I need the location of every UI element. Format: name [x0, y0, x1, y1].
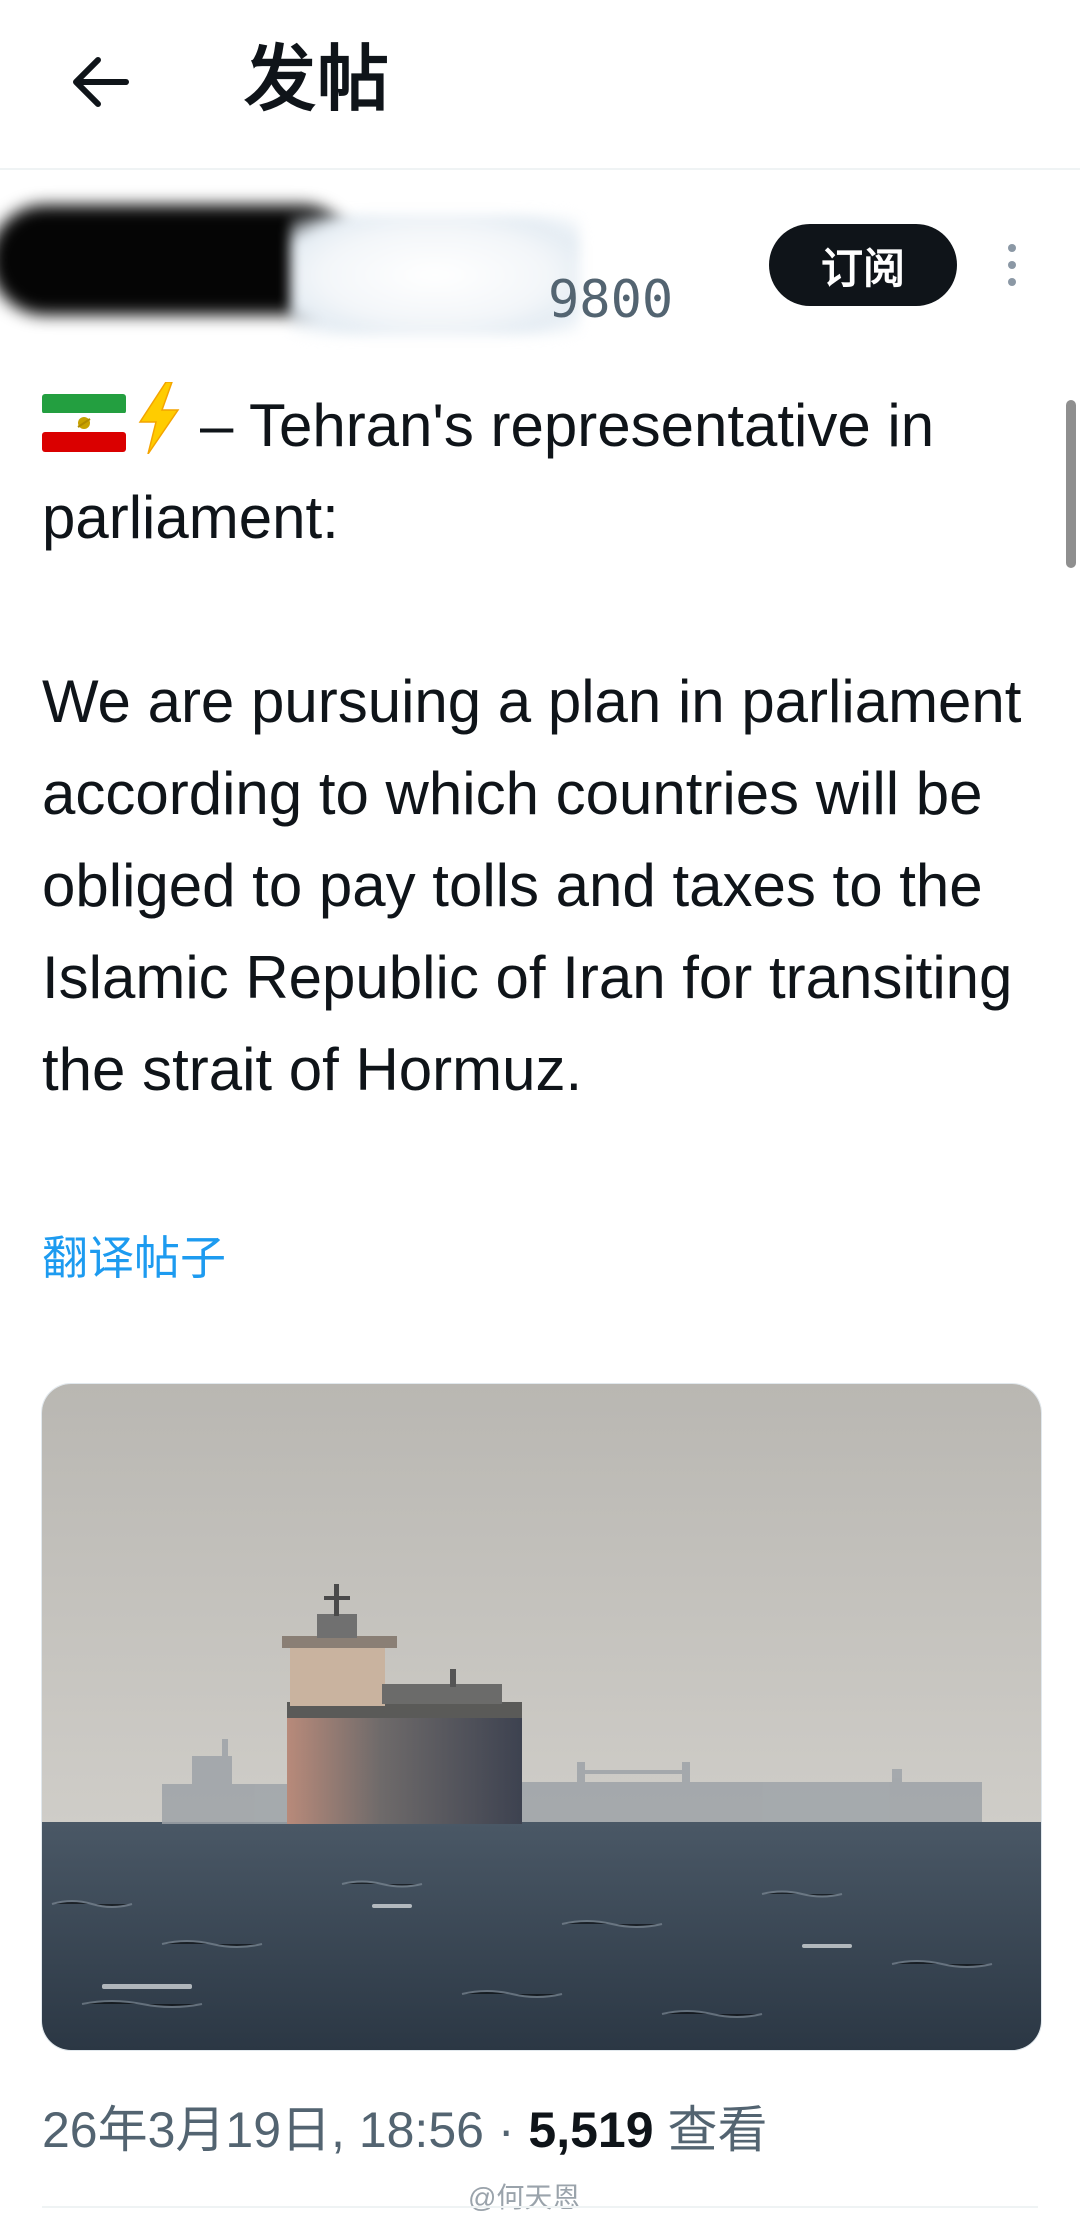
- post-line-1: – Tehran's representative in parliament:: [42, 380, 1052, 564]
- iran-flag-icon: [42, 394, 126, 452]
- divider: [42, 2206, 1038, 2208]
- author-handle: 9800: [548, 270, 674, 330]
- views-count: 5,519: [528, 2102, 654, 2158]
- page-title: 发帖: [244, 40, 391, 120]
- more-vertical-icon: [1008, 244, 1016, 252]
- views-label: 查看: [667, 2102, 768, 2158]
- post-meta: 26年3月19日, 18:56 · 5,519 查看: [42, 2098, 767, 2162]
- weibo-watermark: @何天恩: [468, 2182, 581, 2213]
- author-row[interactable]: 9800: [0, 195, 720, 355]
- redacted-handle-blur: [290, 215, 580, 335]
- lightning-bolt-icon: [138, 382, 180, 454]
- post-text: – Tehran's representative in parliament:…: [42, 380, 1052, 1116]
- top-app-bar: 发帖: [0, 0, 1080, 170]
- more-options-button[interactable]: [992, 230, 1032, 300]
- arrow-left-icon: [73, 57, 129, 107]
- meta-separator: ·: [497, 2102, 515, 2158]
- scrollbar-thumb[interactable]: [1066, 400, 1076, 568]
- subscribe-button[interactable]: 订阅: [769, 224, 957, 306]
- post-timestamp: 26年3月19日, 18:56: [42, 2102, 484, 2158]
- tanker-photo: [42, 1384, 1041, 2050]
- back-button[interactable]: [52, 40, 148, 124]
- post-image[interactable]: [41, 1383, 1042, 2051]
- post-paragraph: We are pursuing a plan in parliament acc…: [42, 668, 1022, 1103]
- translate-post-link[interactable]: 翻译帖子: [42, 1228, 226, 1288]
